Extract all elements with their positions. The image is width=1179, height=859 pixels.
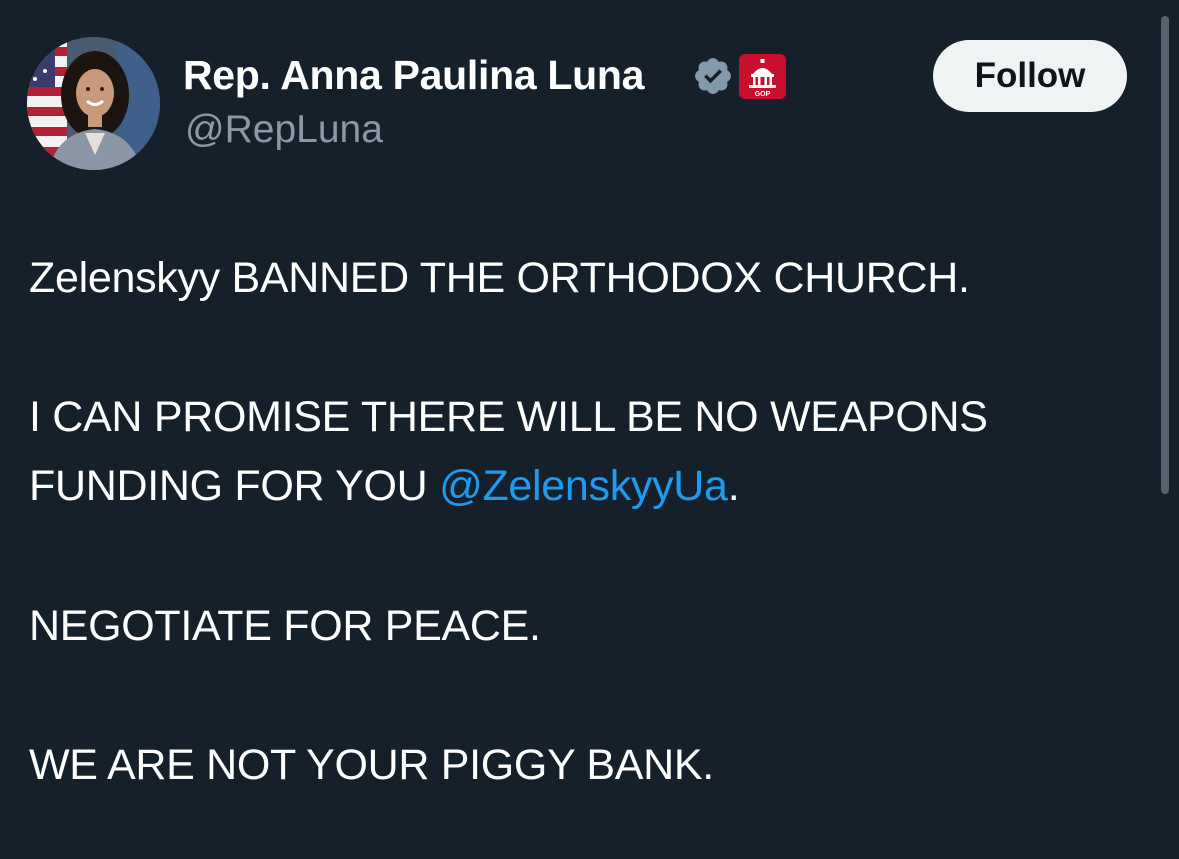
avatar-photo: [27, 37, 160, 170]
house-gop-badge-icon[interactable]: GOP: [738, 53, 787, 100]
gov-badge-text: GOP: [755, 91, 771, 98]
author-handle[interactable]: @RepLuna: [185, 108, 383, 152]
profile-avatar[interactable]: [27, 37, 160, 170]
tweet-text-line-5: WE ARE NOT YOUR PIGGY BANK.: [29, 741, 714, 789]
tweet-text-line-2: I CAN PROMISE THERE WILL BE NO WEAPONS: [29, 393, 988, 441]
scrollbar[interactable]: [1161, 16, 1169, 494]
tweet-text-line-4: NEGOTIATE FOR PEACE.: [29, 602, 541, 650]
tweet-text-line-3: FUNDING FOR YOU @ZelenskyyUa.: [29, 462, 740, 511]
follow-button[interactable]: Follow: [933, 40, 1127, 112]
tweet-text-line-3-prefix: FUNDING FOR YOU: [29, 462, 440, 510]
verified-badge-icon[interactable]: [692, 55, 734, 97]
tweet-text-line-1: Zelenskyy BANNED THE ORTHODOX CHURCH.: [29, 254, 970, 302]
mention-link[interactable]: @ZelenskyyUa: [439, 462, 728, 510]
author-display-name[interactable]: Rep. Anna Paulina Luna: [183, 52, 644, 99]
tweet-view: Rep. Anna Paulina Luna GOP @RepLuna Foll…: [0, 0, 1179, 859]
tweet-text-line-3-suffix: .: [727, 462, 740, 510]
